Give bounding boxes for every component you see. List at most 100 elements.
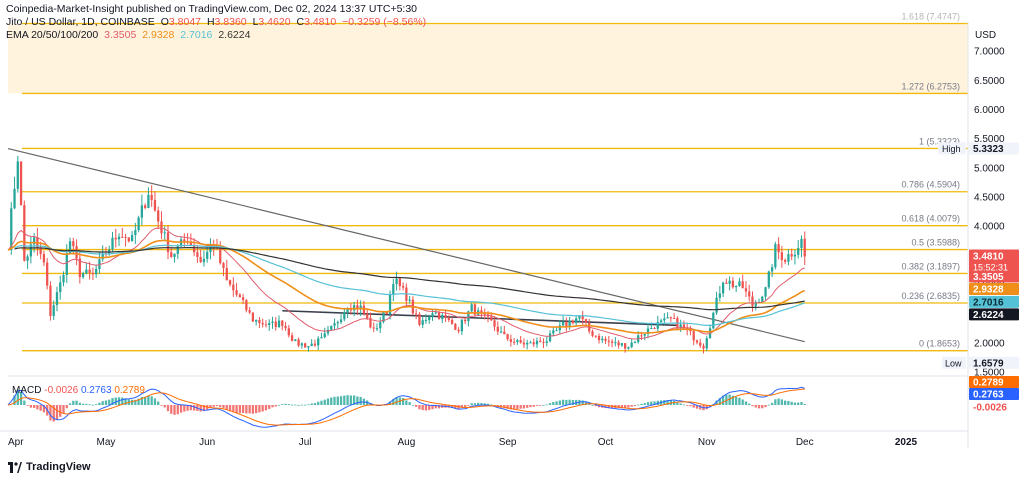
- candle-body[interactable]: [81, 273, 85, 278]
- candle-body[interactable]: [202, 258, 206, 263]
- candle-body[interactable]: [375, 328, 379, 330]
- candle-body[interactable]: [561, 321, 565, 326]
- candle-body[interactable]: [114, 237, 117, 240]
- candle-body[interactable]: [519, 340, 522, 343]
- candle-body[interactable]: [72, 241, 75, 247]
- candle-body[interactable]: [157, 210, 160, 222]
- candle-body[interactable]: [790, 254, 793, 257]
- candle-body[interactable]: [39, 247, 42, 255]
- candle-body[interactable]: [460, 319, 464, 332]
- candle-body[interactable]: [307, 346, 310, 348]
- candle-body[interactable]: [454, 323, 457, 330]
- candle-body[interactable]: [26, 256, 29, 261]
- candle-body[interactable]: [718, 293, 721, 298]
- candle-body[interactable]: [490, 316, 493, 321]
- candle-body[interactable]: [444, 315, 447, 318]
- candle-body[interactable]: [144, 205, 147, 208]
- candle-body[interactable]: [620, 343, 624, 346]
- candle-body[interactable]: [392, 284, 395, 295]
- candle-body[interactable]: [617, 342, 620, 346]
- candle-body[interactable]: [630, 342, 633, 348]
- candle-body[interactable]: [437, 312, 441, 320]
- candle-body[interactable]: [503, 331, 506, 335]
- candle-body[interactable]: [52, 305, 55, 316]
- candle-body[interactable]: [199, 256, 202, 263]
- candle-body[interactable]: [499, 331, 503, 333]
- candle-body[interactable]: [672, 317, 676, 319]
- candle-body[interactable]: [274, 321, 277, 328]
- candle-body[interactable]: [464, 319, 467, 322]
- candle-body[interactable]: [95, 269, 98, 275]
- candle-body[interactable]: [117, 236, 121, 240]
- candle-body[interactable]: [571, 320, 575, 324]
- candle-body[interactable]: [222, 263, 225, 269]
- candle-body[interactable]: [803, 238, 806, 257]
- candle-body[interactable]: [13, 188, 16, 209]
- candle-body[interactable]: [793, 254, 797, 257]
- candle-body[interactable]: [539, 340, 542, 343]
- candle-body[interactable]: [42, 254, 46, 263]
- candle-body[interactable]: [506, 334, 509, 340]
- candle-body[interactable]: [401, 286, 405, 288]
- candle-body[interactable]: [457, 329, 460, 332]
- candle-body[interactable]: [705, 338, 708, 349]
- candle-body[interactable]: [330, 325, 333, 330]
- candle-body[interactable]: [441, 315, 444, 320]
- candle-body[interactable]: [421, 320, 424, 325]
- candle-body[interactable]: [75, 246, 78, 259]
- candle-body[interactable]: [581, 316, 584, 320]
- candle-body[interactable]: [565, 321, 568, 327]
- candle-body[interactable]: [408, 299, 411, 301]
- candle-body[interactable]: [748, 291, 751, 297]
- candle-body[interactable]: [712, 312, 715, 329]
- candle-body[interactable]: [261, 323, 264, 325]
- candle-body[interactable]: [166, 232, 170, 253]
- candle-body[interactable]: [333, 323, 336, 326]
- candle-body[interactable]: [313, 343, 317, 346]
- candle-body[interactable]: [522, 342, 526, 345]
- candle-body[interactable]: [614, 342, 617, 344]
- candle-body[interactable]: [121, 236, 124, 238]
- candle-body[interactable]: [134, 230, 137, 236]
- candle-body[interactable]: [19, 161, 23, 206]
- candle-body[interactable]: [597, 335, 601, 341]
- candle-body[interactable]: [140, 205, 144, 218]
- candle-body[interactable]: [591, 331, 594, 336]
- candle-body[interactable]: [535, 340, 539, 345]
- candle-body[interactable]: [277, 320, 281, 328]
- candle-body[interactable]: [725, 282, 728, 284]
- candle-body[interactable]: [127, 237, 130, 242]
- candle-body[interactable]: [542, 342, 545, 344]
- candle-body[interactable]: [55, 292, 59, 306]
- candle-body[interactable]: [10, 208, 13, 251]
- candle-body[interactable]: [774, 244, 777, 268]
- candle-body[interactable]: [575, 318, 578, 324]
- candle-body[interactable]: [594, 335, 597, 337]
- candle-body[interactable]: [764, 287, 767, 297]
- candle-body[interactable]: [264, 324, 268, 326]
- candle-body[interactable]: [323, 333, 326, 338]
- price-chart[interactable]: 1.618 (7.4747)1.272 (6.2753)1 (5.3323)0.…: [0, 0, 1024, 481]
- candle-body[interactable]: [666, 317, 669, 319]
- candle-body[interactable]: [294, 339, 297, 341]
- candle-body[interactable]: [424, 320, 428, 322]
- tradingview-logo[interactable]: TradingView: [8, 461, 91, 473]
- candle-body[interactable]: [650, 328, 653, 330]
- candle-body[interactable]: [238, 294, 241, 298]
- candle-body[interactable]: [640, 335, 643, 337]
- candle-body[interactable]: [418, 314, 421, 325]
- candle-body[interactable]: [398, 278, 401, 287]
- candle-body[interactable]: [777, 244, 780, 253]
- candle-body[interactable]: [516, 340, 519, 343]
- candle-body[interactable]: [85, 269, 88, 274]
- candle-body[interactable]: [320, 337, 323, 339]
- candle-body[interactable]: [326, 329, 330, 334]
- candle-body[interactable]: [16, 161, 19, 189]
- candle-body[interactable]: [784, 259, 787, 262]
- candle-body[interactable]: [62, 274, 65, 283]
- ema-legend-label[interactable]: EMA 20/50/100/200: [6, 29, 98, 41]
- candle-body[interactable]: [669, 317, 672, 319]
- candle-body[interactable]: [470, 304, 473, 312]
- candle-body[interactable]: [735, 285, 738, 288]
- candle-body[interactable]: [372, 327, 375, 329]
